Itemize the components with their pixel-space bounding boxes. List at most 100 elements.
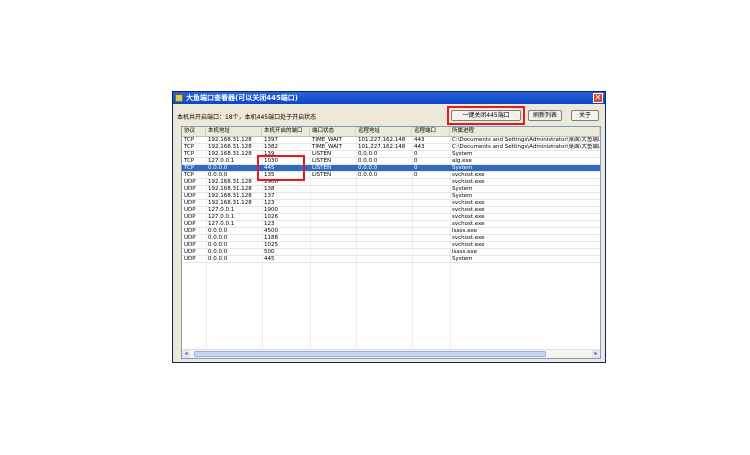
table-row[interactable]: UDP 192.168.31.128 123 svchost.exe	[182, 200, 600, 207]
cell-local-port: 500	[264, 249, 275, 255]
scroll-left-icon[interactable]: ◂	[182, 350, 190, 358]
cell-local-address: 127.0.0.1	[208, 207, 235, 213]
cell-remote-port	[412, 235, 450, 242]
cell-local-port: 4500	[264, 228, 278, 234]
table-row[interactable]: TCP 192.168.31.128 1382 TIME_WAIT 101.227.16…	[182, 144, 600, 151]
table-row[interactable]: TCP 192.168.31.128 1397 TIME_WAIT 101.227.16…	[182, 137, 600, 144]
column-header-port-state[interactable]: 端口状态	[310, 127, 356, 136]
cell-port-state	[310, 228, 356, 235]
table-row[interactable]: UDP 0.0.0.0 4500 lsass.exe	[182, 228, 600, 235]
column-header-local-port[interactable]: 本机开启的端口	[262, 127, 310, 136]
column-header-protocol[interactable]: 协议	[182, 127, 206, 136]
cell-local-port: 123	[264, 200, 275, 206]
cell-protocol: UDP	[184, 235, 196, 241]
title-bar[interactable]: 大鱼端口查看器(可以关闭445端口) ✕	[173, 92, 605, 104]
cell-protocol: UDP	[184, 249, 196, 255]
cell-protocol: UDP	[184, 228, 196, 234]
cell-local-address: 127.0.0.1	[208, 158, 235, 164]
cell-remote-port: 443	[414, 144, 425, 150]
refresh-list-button[interactable]: 刷新列表	[528, 110, 562, 121]
table-row[interactable]: UDP 127.0.0.1 123 svchost.exe	[182, 221, 600, 228]
cell-remote-port	[412, 242, 450, 249]
cell-process: svchost.exe	[452, 200, 485, 206]
cell-local-port: 1900	[264, 179, 278, 185]
column-header-remote-port[interactable]: 远程端口	[412, 127, 450, 136]
cell-port-state: LISTEN	[312, 158, 332, 164]
cell-local-port: 1382	[264, 144, 278, 150]
horizontal-scrollbar[interactable]: ◂ ▸	[182, 349, 600, 358]
table-row[interactable]: UDP 0.0.0.0 445 System	[182, 256, 600, 263]
cell-local-port: 1030	[264, 158, 278, 164]
cell-local-address: 0.0.0.0	[208, 172, 228, 178]
cell-port-state: TIME_WAIT	[312, 144, 342, 150]
scrollbar-thumb[interactable]	[194, 351, 546, 357]
table-row[interactable]: UDP 192.168.31.128 1900 svchost.exe	[182, 179, 600, 186]
cell-process: System	[452, 165, 473, 171]
cell-process: lsass.exe	[452, 249, 477, 255]
cell-remote-address	[356, 193, 412, 200]
table-row[interactable]: UDP 0.0.0.0 1188 svchost.exe	[182, 235, 600, 242]
cell-protocol: UDP	[184, 193, 196, 199]
cell-local-port: 123	[264, 221, 275, 227]
port-status-text: 本机共开启端口：18个，本机445端口处于开启状态	[177, 114, 317, 121]
cell-process: svchost.exe	[452, 235, 485, 241]
cell-local-port: 138	[264, 186, 275, 192]
cell-remote-address	[356, 179, 412, 186]
column-header-process[interactable]: 所属进程	[450, 127, 600, 136]
cell-protocol: UDP	[184, 214, 196, 220]
cell-protocol: UDP	[184, 207, 196, 213]
table-body: TCP 192.168.31.128 1397 TIME_WAIT 101.227.16…	[182, 137, 600, 263]
close-window-button[interactable]: ✕	[593, 93, 603, 103]
cell-remote-address	[356, 207, 412, 214]
cell-process: svchost.exe	[452, 179, 485, 185]
cell-local-port: 139	[264, 151, 275, 157]
cell-process: svchost.exe	[452, 214, 485, 220]
column-header-remote-address[interactable]: 远程地址	[356, 127, 412, 136]
cell-remote-port: 0	[414, 158, 418, 164]
cell-remote-address: 101.227.162.148	[358, 137, 406, 143]
cell-remote-port	[412, 214, 450, 221]
cell-protocol: TCP	[184, 151, 195, 157]
scroll-right-icon[interactable]: ▸	[592, 350, 600, 358]
cell-remote-address: 101.227.162.148	[358, 144, 406, 150]
cell-local-address: 0.0.0.0	[208, 256, 228, 262]
port-list-table[interactable]: 协议 本机地址 本机开启的端口 端口状态 远程地址 远程端口 所属进程 TCP 1…	[181, 126, 601, 359]
cell-process: System	[452, 193, 473, 199]
column-header-local-address[interactable]: 本机地址	[206, 127, 262, 136]
cell-protocol: TCP	[184, 144, 195, 150]
cell-port-state: LISTEN	[312, 165, 332, 171]
table-row[interactable]: UDP 127.0.0.1 1900 svchost.exe	[182, 207, 600, 214]
table-header: 协议 本机地址 本机开启的端口 端口状态 远程地址 远程端口 所属进程	[182, 127, 600, 137]
app-icon	[175, 94, 183, 102]
cell-local-port: 1188	[264, 235, 278, 241]
cell-port-state	[310, 179, 356, 186]
cell-protocol: UDP	[184, 179, 196, 185]
table-row[interactable]: TCP 0.0.0.0 445 LISTEN 0.0.0.0 0 System	[182, 165, 600, 172]
cell-port-state	[310, 256, 356, 263]
close-445-port-button[interactable]: 一键关闭445端口	[451, 110, 521, 121]
cell-local-port: 445	[264, 256, 275, 262]
cell-port-state	[310, 186, 356, 193]
cell-protocol: TCP	[184, 165, 195, 171]
about-button[interactable]: 关于	[571, 110, 599, 121]
cell-remote-port: 0	[414, 165, 418, 171]
table-row[interactable]: UDP 192.168.31.128 137 System	[182, 193, 600, 200]
cell-process: C:\Documents and Settings\Administrator\…	[452, 144, 600, 150]
table-row[interactable]: UDP 127.0.0.1 1026 svchost.exe	[182, 214, 600, 221]
table-row[interactable]: TCP 127.0.0.1 1030 LISTEN 0.0.0.0 0 alg.exe	[182, 158, 600, 165]
table-row[interactable]: TCP 192.168.31.128 139 LISTEN 0.0.0.0 0 System	[182, 151, 600, 158]
cell-process: svchost.exe	[452, 221, 485, 227]
table-row[interactable]: UDP 0.0.0.0 1025 svchost.exe	[182, 242, 600, 249]
cell-remote-port	[412, 228, 450, 235]
cell-local-port: 1026	[264, 214, 278, 220]
cell-local-port: 135	[264, 172, 275, 178]
table-row[interactable]: UDP 192.168.31.128 138 System	[182, 186, 600, 193]
table-row[interactable]: UDP 0.0.0.0 500 lsass.exe	[182, 249, 600, 256]
cell-process: System	[452, 256, 473, 262]
cell-local-address: 0.0.0.0	[208, 249, 228, 255]
table-row[interactable]: TCP 0.0.0.0 135 LISTEN 0.0.0.0 0 svchost.exe	[182, 172, 600, 179]
cell-process: lsass.exe	[452, 228, 477, 234]
cell-local-address: 192.168.31.128	[208, 151, 252, 157]
cell-remote-port	[412, 207, 450, 214]
cell-port-state: LISTEN	[312, 172, 332, 178]
